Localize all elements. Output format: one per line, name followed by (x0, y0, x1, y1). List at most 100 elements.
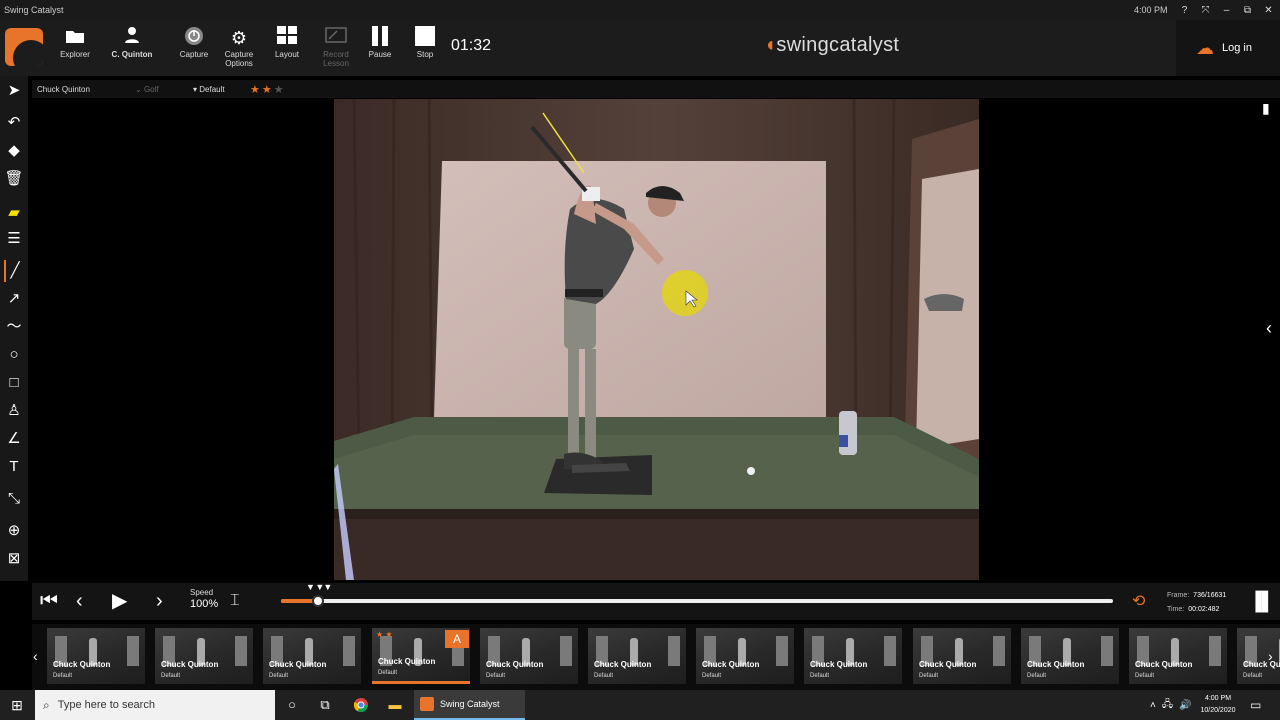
eraser-icon[interactable]: ◆ (4, 140, 24, 162)
video-thumbnail[interactable]: Chuck Quinton Default (155, 628, 253, 684)
timeline-handle[interactable] (311, 595, 324, 607)
thumbs-next-icon[interactable]: › (1268, 648, 1273, 664)
zoom-tool-icon[interactable]: ⊕ (4, 520, 24, 542)
player-name[interactable]: Chuck Quinton (37, 85, 90, 94)
login-button[interactable]: ☁ Log in (1176, 20, 1280, 76)
taskbar-swing-catalyst[interactable]: Swing Catalyst (414, 690, 525, 720)
pause-button[interactable]: Pause (355, 26, 405, 59)
task-view-icon[interactable]: ⧉ (310, 690, 340, 720)
select-arrow-icon[interactable]: ➤ (4, 80, 24, 102)
search-placeholder: Type here to search (57, 699, 155, 711)
thumbnail-player-name: Chuck Quinton (486, 660, 544, 669)
rectangle-tool-icon[interactable]: □ (4, 372, 24, 394)
angle-tool-icon[interactable]: ∠ (4, 428, 24, 450)
capture-button[interactable]: Capture (169, 26, 219, 59)
skip-to-start-icon[interactable]: ⏮ (40, 589, 58, 613)
highlighter-icon[interactable]: ▰ (4, 202, 24, 224)
taskbar-clock[interactable]: 4:00 PM 10/20/2020 (1196, 693, 1240, 717)
layout-label: Layout (274, 50, 300, 59)
capture-label: Capture (179, 50, 209, 59)
taskbar-search[interactable]: ⌕ Type here to search (35, 690, 275, 720)
text-tool-icon[interactable]: T (4, 456, 24, 478)
trash-icon[interactable]: 🗑 (4, 168, 24, 190)
time-value: 00:02:482 (1188, 606, 1220, 613)
phone-icon[interactable]: ▮ (1262, 100, 1274, 120)
undo-icon[interactable]: ↶ (4, 112, 24, 134)
power-icon (169, 26, 219, 50)
video-thumbnail[interactable]: Chuck Quinton Default (804, 628, 902, 684)
line-tool-icon[interactable]: ╱ (4, 260, 24, 282)
folder-icon (50, 26, 100, 50)
chrome-icon[interactable] (346, 690, 376, 720)
session-info-bar: Chuck Quinton ⌄ Golf ▾ Default ★★★ (32, 80, 1280, 98)
player-button[interactable]: C. Quinton (107, 26, 157, 59)
arrow-tool-icon[interactable]: ↗ (4, 288, 24, 310)
video-thumbnail[interactable]: Chuck Quinton Default (1129, 628, 1227, 684)
stop-button[interactable]: Stop (400, 26, 450, 59)
volume-icon[interactable]: 🔊 (1179, 700, 1191, 711)
video-thumbnail[interactable]: Chuck Qu Default (1237, 628, 1280, 684)
layout-button[interactable]: Layout (262, 26, 312, 59)
thumbnail-category: Default (702, 673, 722, 679)
thumbs-prev-icon[interactable]: ‹ (33, 648, 38, 664)
time-label: Time: (1167, 606, 1185, 613)
title-bar-time: 4:00 PM (1134, 5, 1168, 15)
help-button[interactable]: ? (1174, 5, 1195, 16)
timeline-slider[interactable] (281, 595, 1113, 607)
video-viewport[interactable] (334, 99, 979, 580)
thumbnail-frame (993, 636, 1005, 666)
speed-control[interactable]: Speed 100% (190, 588, 218, 610)
thumbnail-player-name: Chuck Quinton (810, 660, 868, 669)
minimize-button[interactable]: – (1216, 5, 1237, 16)
step-back-icon[interactable]: ‹ (76, 589, 83, 613)
thumbnail-player-name: Chuck Quinton (378, 657, 436, 666)
body-tool-icon[interactable]: ♙ (4, 400, 24, 422)
thumbnail-player-name: Chuck Quinton (1027, 660, 1085, 669)
video-thumbnail[interactable]: ★ ★ A Chuck Quinton Default (372, 628, 470, 684)
line-weight-icon[interactable]: ☰ (4, 228, 24, 250)
clock-date: 10/20/2020 (1200, 707, 1236, 714)
play-icon[interactable]: ▶ (112, 589, 127, 613)
sport-dropdown[interactable]: ⌄ Golf (135, 85, 159, 94)
app-logo-icon[interactable] (5, 28, 43, 66)
swing-video-frame (334, 99, 979, 580)
capture-options-button[interactable]: ⚙ Capture Options (214, 26, 264, 68)
brand-logo: ◖swingcatalyst (764, 34, 899, 57)
thumbnail-category: Default (378, 670, 398, 676)
maximize-button[interactable]: ⧉ (1237, 5, 1258, 16)
tray-chevron-icon[interactable]: ˄ (1150, 700, 1156, 711)
circle-tool-icon[interactable]: ○ (4, 344, 24, 366)
thumbnail-player-name: Chuck Quinton (269, 660, 327, 669)
cortana-icon[interactable]: ○ (277, 690, 307, 720)
freehand-tool-icon[interactable]: 〜 (4, 316, 24, 338)
close-button[interactable]: ✕ (1258, 5, 1279, 16)
video-thumbnail[interactable]: Chuck Quinton Default (47, 628, 145, 684)
video-thumbnail[interactable]: Chuck Quinton Default (696, 628, 794, 684)
measure-tool-icon[interactable]: ⤡ (4, 488, 24, 510)
video-thumbnail[interactable]: Chuck Quinton Default (588, 628, 686, 684)
category-dropdown[interactable]: ▾ Default (193, 85, 225, 94)
loop-icon[interactable]: ⟲ (1132, 591, 1145, 611)
marker-pins[interactable]: ▼ ▼▼ (306, 582, 332, 592)
video-thumbnail[interactable]: Chuck Quinton Default (480, 628, 578, 684)
rating-stars[interactable]: ★★★ (250, 83, 286, 96)
notification-icon[interactable]: ▭ (1250, 698, 1261, 712)
video-thumbnail[interactable]: Chuck Quinton Default (913, 628, 1011, 684)
recording-timer: 01:32 (451, 37, 492, 54)
explorer-button[interactable]: Explorer (50, 26, 100, 59)
clock-time: 4:00 PM (1204, 695, 1232, 702)
step-forward-icon[interactable]: › (156, 589, 163, 613)
bookmark-panel-icon[interactable]: ▐▌ (1249, 591, 1275, 612)
thumbnail-player-name: Chuck Quinton (161, 660, 219, 669)
video-thumbnail[interactable]: Chuck Quinton Default (1021, 628, 1119, 684)
fullscreen-button[interactable]: ⤧ (1195, 5, 1216, 16)
collapse-panel-icon[interactable]: ‹ (1266, 318, 1272, 339)
capture-options-label: Capture Options (224, 50, 254, 68)
network-icon[interactable]: 🖧 (1162, 697, 1173, 714)
video-thumbnail[interactable]: Chuck Quinton Default (263, 628, 361, 684)
record-lesson-button[interactable]: Record Lesson (311, 26, 361, 68)
grid-overlay-icon[interactable]: ⊠ (4, 548, 24, 570)
trim-icon[interactable]: ⌶ (230, 589, 240, 613)
windows-start-icon[interactable]: ⊞ (0, 690, 34, 720)
file-explorer-icon[interactable]: ▬ (380, 690, 410, 720)
